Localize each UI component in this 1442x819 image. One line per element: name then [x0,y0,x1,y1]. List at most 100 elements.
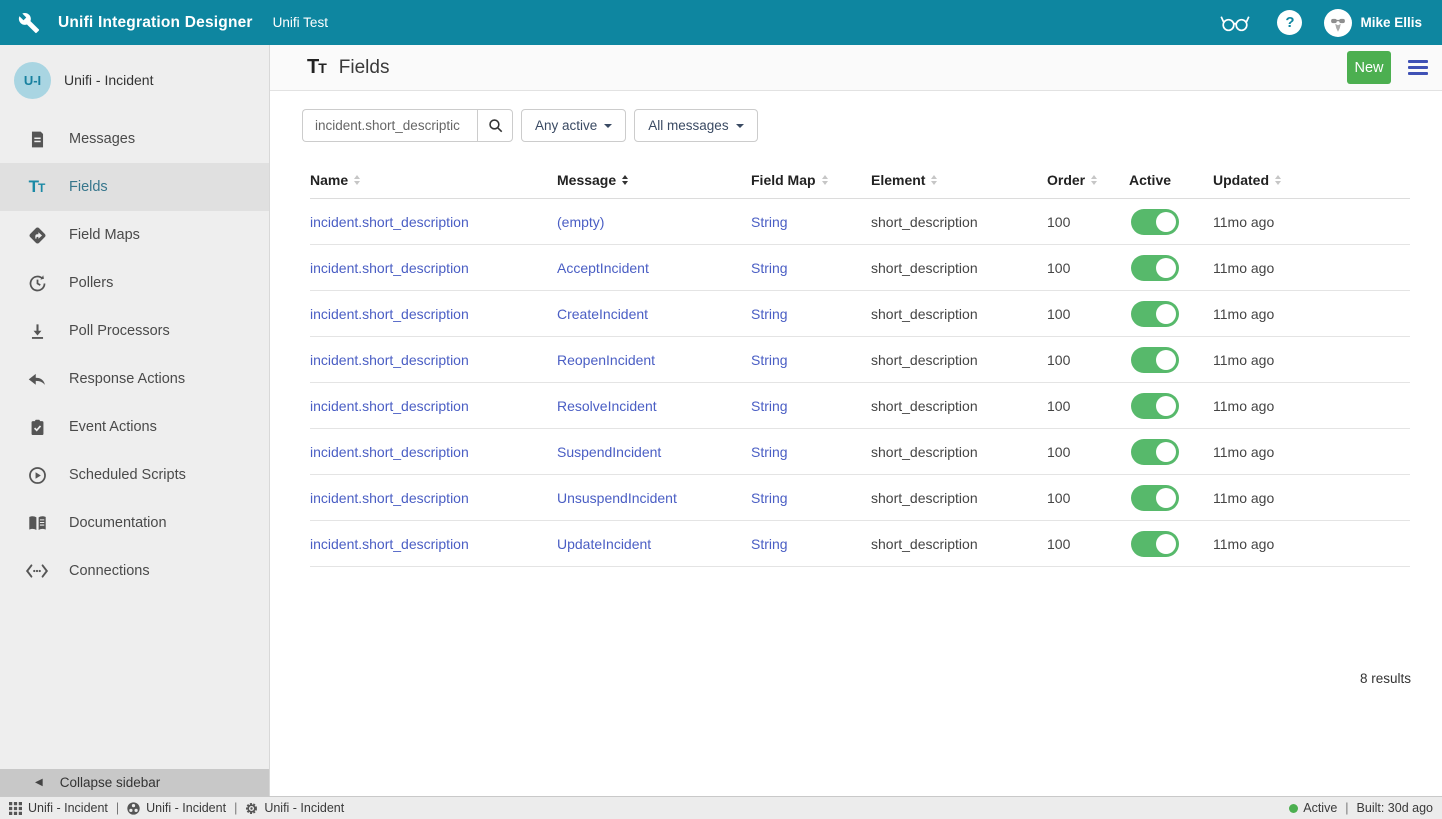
field-map-link[interactable]: String [751,444,788,460]
element-value: short_description [871,536,978,552]
sidebar-item-messages[interactable]: Messages [0,115,269,163]
order-value: 100 [1047,398,1070,414]
updated-value: 11mo ago [1213,398,1274,414]
column-header-message[interactable]: Message [557,172,751,188]
field-map-link[interactable]: String [751,536,788,552]
search-button[interactable] [477,109,513,142]
field-name-link[interactable]: incident.short_description [310,398,469,414]
column-header-field-map[interactable]: Field Map [751,172,871,188]
table-row: incident.short_description ResolveInciden… [310,383,1410,429]
statusbar-integration[interactable]: Unifi - Incident [127,801,226,815]
message-link[interactable]: AcceptIncident [557,260,649,276]
field-map-link[interactable]: String [751,260,788,276]
column-header-updated[interactable]: Updated [1213,172,1410,188]
sidebar: U-I Unifi - Incident MessagesTTFieldsFie… [0,45,270,796]
column-header-element[interactable]: Element [871,172,1047,188]
sort-carets-icon [1091,175,1097,186]
field-name-link[interactable]: incident.short_description [310,306,469,322]
chevron-down-icon [604,124,612,128]
messages-filter-dropdown[interactable]: All messages [634,109,757,142]
field-map-link[interactable]: String [751,306,788,322]
element-value: short_description [871,306,978,322]
active-toggle[interactable] [1131,301,1179,327]
active-toggle[interactable] [1131,209,1179,235]
sidebar-item-scheduled-scripts[interactable]: Scheduled Scripts [0,451,269,499]
column-header-name[interactable]: Name [310,172,557,188]
sidebar-item-field-maps[interactable]: Field Maps [0,211,269,259]
results-count: 8 results [302,671,1442,686]
column-header-order[interactable]: Order [1047,172,1129,188]
search-icon [487,117,504,134]
updated-value: 11mo ago [1213,260,1274,276]
message-link[interactable]: UnsuspendIncident [557,490,677,506]
field-name-link[interactable]: incident.short_description [310,260,469,276]
sidebar-app-row[interactable]: U-I Unifi - Incident [0,45,269,115]
statusbar-integration[interactable]: Unifi - Incident [9,801,108,815]
message-link[interactable]: ReopenIncident [557,352,655,368]
sidebar-item-connections[interactable]: Connections [0,547,269,595]
documentation-icon [25,514,49,533]
field-name-link[interactable]: incident.short_description [310,352,469,368]
order-value: 100 [1047,444,1070,460]
statusbar-integration-label: Unifi - Incident [28,801,108,815]
sidebar-item-poll-processors[interactable]: Poll Processors [0,307,269,355]
grid-icon [9,802,22,815]
updated-value: 11mo ago [1213,536,1274,552]
table-row: incident.short_description UnsuspendIncid… [310,475,1410,521]
sidebar-item-label: Documentation [69,515,167,531]
updated-value: 11mo ago [1213,444,1274,460]
field-map-link[interactable]: String [751,490,788,506]
column-label: Element [871,172,925,188]
field-name-link[interactable]: incident.short_description [310,214,469,230]
statusbar-separator: | [234,801,237,815]
collapse-sidebar-label: Collapse sidebar [60,775,161,790]
message-link[interactable]: (empty) [557,214,604,230]
sidebar-item-event-actions[interactable]: Event Actions [0,403,269,451]
user-name[interactable]: Mike Ellis [1360,15,1422,30]
field-name-link[interactable]: incident.short_description [310,490,469,506]
help-icon[interactable]: ? [1277,10,1302,35]
message-link[interactable]: UpdateIncident [557,536,651,552]
statusbar-integration-label: Unifi - Incident [264,801,344,815]
updated-value: 11mo ago [1213,214,1274,230]
sidebar-item-response-actions[interactable]: Response Actions [0,355,269,403]
message-link[interactable]: CreateIncident [557,306,648,322]
sidebar-item-label: Poll Processors [69,323,170,339]
order-value: 100 [1047,214,1070,230]
field-name-link[interactable]: incident.short_description [310,536,469,552]
active-toggle[interactable] [1131,439,1179,465]
order-value: 100 [1047,490,1070,506]
element-value: short_description [871,260,978,276]
message-link[interactable]: ResolveIncident [557,398,657,414]
message-link[interactable]: SuspendIncident [557,444,661,460]
active-toggle[interactable] [1131,393,1179,419]
collapse-sidebar-button[interactable]: ◀ Collapse sidebar [0,769,269,796]
response-actions-icon [25,369,49,390]
gear-icon [245,802,258,815]
active-toggle[interactable] [1131,485,1179,511]
field-map-link[interactable]: String [751,214,788,230]
field-map-link[interactable]: String [751,352,788,368]
active-toggle[interactable] [1131,255,1179,281]
column-label: Updated [1213,172,1269,188]
sidebar-item-documentation[interactable]: Documentation [0,499,269,547]
user-avatar-icon[interactable] [1324,9,1352,37]
pollers-icon [25,273,49,294]
active-toggle[interactable] [1131,347,1179,373]
sidebar-item-label: Event Actions [69,419,157,435]
statusbar-integration[interactable]: Unifi - Incident [245,801,344,815]
sidebar-item-fields[interactable]: TTFields [0,163,269,211]
glasses-icon[interactable] [1219,11,1251,34]
new-button[interactable]: New [1347,51,1391,84]
statusbar-right: Active | Built: 30d ago [1289,801,1433,815]
table-body: incident.short_description (empty) String s… [310,199,1410,567]
hamburger-icon[interactable] [1408,58,1428,77]
active-toggle[interactable] [1131,531,1179,557]
search-input[interactable] [302,109,477,142]
field-name-link[interactable]: incident.short_description [310,444,469,460]
connections-icon [25,562,49,580]
field-map-link[interactable]: String [751,398,788,414]
active-filter-dropdown[interactable]: Any active [521,109,626,142]
column-label: Order [1047,172,1085,188]
sidebar-item-pollers[interactable]: Pollers [0,259,269,307]
